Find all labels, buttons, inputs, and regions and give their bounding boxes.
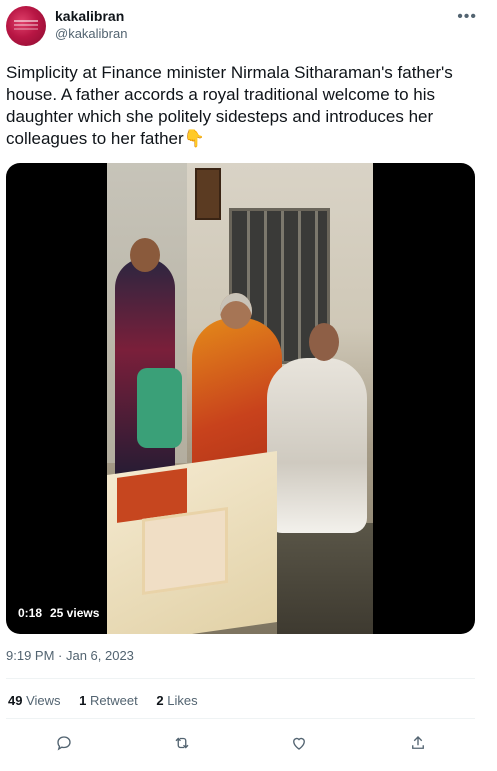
avatar[interactable] bbox=[6, 6, 46, 46]
video-frame bbox=[107, 163, 373, 634]
retweets-count: 1 bbox=[79, 693, 87, 708]
reply-icon[interactable] bbox=[53, 732, 75, 754]
divider bbox=[6, 678, 475, 679]
tweet-text: Simplicity at Finance minister Nirmala S… bbox=[6, 63, 453, 148]
likes-stat[interactable]: 2 Likes bbox=[156, 693, 197, 708]
retweets-label: Retweet bbox=[90, 693, 138, 708]
video-player[interactable]: 0:18 25 views bbox=[6, 163, 475, 634]
author-handle[interactable]: @kakalibran bbox=[55, 26, 127, 41]
author-name[interactable]: kakalibran bbox=[55, 8, 124, 24]
divider bbox=[6, 718, 475, 719]
share-icon[interactable] bbox=[407, 732, 429, 754]
retweet-icon[interactable] bbox=[171, 732, 193, 754]
action-bar bbox=[0, 732, 497, 754]
elderly-man bbox=[267, 323, 367, 533]
more-icon[interactable]: ••• bbox=[457, 8, 477, 26]
video-duration: 0:18 bbox=[18, 606, 43, 620]
tweet-timestamp[interactable]: 9:19 PM · Jan 6, 2023 bbox=[6, 648, 134, 663]
views-stat: 49 Views bbox=[8, 693, 61, 708]
likes-count: 2 bbox=[156, 693, 164, 708]
like-icon[interactable] bbox=[288, 732, 310, 754]
tweet-stats: 49 Views 1 Retweet 2 Likes bbox=[8, 693, 213, 708]
video-views: 25 views bbox=[50, 606, 100, 620]
views-label: Views bbox=[26, 693, 61, 708]
likes-label: Likes bbox=[167, 693, 198, 708]
retweets-stat[interactable]: 1 Retweet bbox=[79, 693, 138, 708]
wall-picture bbox=[195, 168, 221, 220]
views-count: 49 bbox=[8, 693, 23, 708]
